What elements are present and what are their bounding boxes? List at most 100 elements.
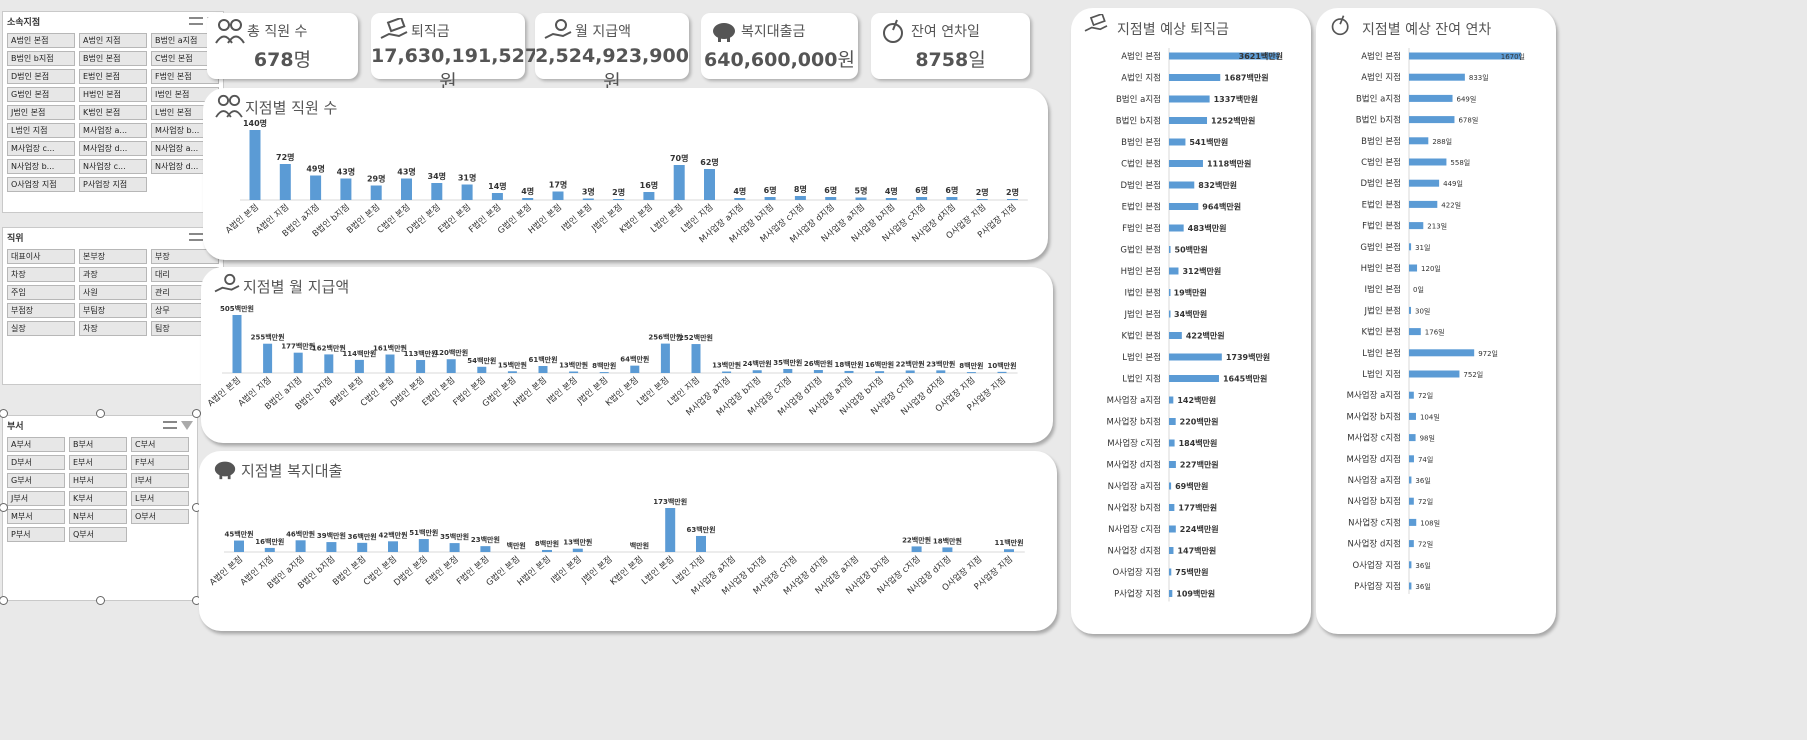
bar[interactable]	[431, 183, 443, 200]
slicer-item[interactable]: 부팀장	[79, 303, 147, 318]
bar[interactable]	[1169, 504, 1175, 511]
slicer-item[interactable]: B법인 본점	[79, 51, 147, 66]
slicer-item[interactable]: A법인 지점	[79, 33, 147, 48]
bar[interactable]	[1169, 482, 1172, 490]
bar[interactable]	[1409, 73, 1465, 81]
multi-select-icon[interactable]	[189, 17, 203, 25]
bar[interactable]	[1409, 349, 1475, 357]
bar[interactable]	[1169, 181, 1195, 189]
bar[interactable]	[911, 546, 922, 552]
bar[interactable]	[357, 542, 368, 552]
bar[interactable]	[1409, 137, 1429, 145]
bar[interactable]	[1409, 222, 1424, 230]
bar[interactable]	[643, 192, 655, 200]
slicer-item[interactable]: G부서	[7, 473, 65, 488]
bar[interactable]	[691, 344, 701, 373]
bar[interactable]	[279, 164, 291, 200]
bar[interactable]	[324, 354, 334, 373]
bar[interactable]	[1169, 353, 1222, 361]
bar[interactable]	[1169, 117, 1208, 124]
bar[interactable]	[249, 130, 261, 200]
bar[interactable]	[1169, 160, 1203, 167]
slicer-item[interactable]: 차장	[7, 267, 75, 282]
bar[interactable]	[1169, 568, 1172, 576]
bar[interactable]	[1169, 332, 1182, 339]
bar[interactable]	[326, 542, 337, 552]
slicer-item[interactable]: J부서	[7, 491, 65, 506]
slicer-item[interactable]: M부서	[7, 509, 65, 524]
bar[interactable]	[613, 199, 625, 200]
slicer-item[interactable]: N사업장 c...	[79, 159, 147, 174]
bar[interactable]	[263, 343, 273, 373]
bar[interactable]	[1169, 547, 1174, 554]
bar[interactable]	[582, 198, 594, 201]
bar[interactable]	[696, 535, 706, 552]
slicer-item[interactable]: N부서	[69, 509, 127, 524]
bar[interactable]	[1169, 95, 1210, 103]
slicer-item[interactable]: B부서	[69, 437, 127, 452]
bar[interactable]	[449, 543, 460, 552]
bar[interactable]	[1169, 439, 1175, 447]
slicer-item[interactable]: M사업장 c...	[7, 141, 75, 156]
slicer-item[interactable]: A부서	[7, 437, 65, 452]
clear-filter-icon[interactable]	[181, 420, 193, 430]
bar[interactable]	[704, 169, 715, 200]
bar[interactable]	[416, 360, 426, 373]
bar[interactable]	[673, 165, 685, 200]
slicer-item[interactable]: I부서	[131, 473, 189, 488]
slicer-item[interactable]: K부서	[69, 491, 127, 506]
slicer-item[interactable]: G법인 본점	[7, 87, 75, 102]
bar[interactable]	[1169, 310, 1171, 318]
bar[interactable]	[1169, 461, 1176, 468]
multi-select-icon[interactable]	[163, 421, 177, 429]
slicer-item[interactable]: M사업장 d...	[79, 141, 147, 156]
slicer-item[interactable]: D부서	[7, 455, 65, 470]
bar[interactable]	[1169, 590, 1173, 597]
bar[interactable]	[1409, 116, 1455, 124]
bar[interactable]	[722, 371, 732, 373]
bar[interactable]	[1409, 582, 1412, 590]
bar[interactable]	[794, 196, 806, 200]
bar[interactable]	[976, 199, 988, 200]
resize-handle[interactable]	[96, 409, 105, 418]
bar[interactable]	[1007, 199, 1018, 200]
bar[interactable]	[507, 371, 517, 373]
bar[interactable]	[1409, 370, 1460, 378]
bar[interactable]	[310, 175, 322, 201]
bar[interactable]	[1169, 267, 1179, 275]
bar[interactable]	[1169, 74, 1221, 81]
bar[interactable]	[1004, 549, 1014, 552]
bar[interactable]	[764, 197, 776, 200]
bar[interactable]	[1409, 497, 1414, 505]
bar[interactable]	[477, 366, 487, 373]
resize-handle[interactable]	[0, 596, 8, 605]
bar[interactable]	[825, 197, 837, 200]
bar[interactable]	[1409, 391, 1414, 399]
bar[interactable]	[538, 365, 548, 373]
bar[interactable]	[1169, 375, 1219, 382]
bar[interactable]	[783, 368, 793, 373]
bar[interactable]	[354, 359, 364, 373]
slicer-item[interactable]: H부서	[69, 473, 127, 488]
resize-handle[interactable]	[192, 409, 201, 418]
bar[interactable]	[916, 197, 928, 200]
bar[interactable]	[234, 540, 244, 552]
bar[interactable]	[599, 372, 609, 374]
bar[interactable]	[264, 547, 275, 552]
bar[interactable]	[491, 193, 503, 200]
bar[interactable]	[1409, 476, 1412, 484]
bar[interactable]	[1169, 138, 1186, 146]
slicer-item[interactable]: E부서	[69, 455, 127, 470]
bar[interactable]	[1169, 525, 1176, 533]
bar[interactable]	[1409, 200, 1438, 208]
slicer-item[interactable]: N사업장 b...	[7, 159, 75, 174]
bar[interactable]	[388, 541, 398, 552]
bar[interactable]	[232, 315, 242, 373]
slicer-item[interactable]: L부서	[131, 491, 189, 506]
slicer-item[interactable]: B법인 b지점	[7, 51, 75, 66]
slicer-item[interactable]: A법인 본점	[7, 33, 75, 48]
slicer-item[interactable]: 부점장	[7, 303, 75, 318]
bar[interactable]	[446, 359, 456, 373]
slicer-item[interactable]: 차장	[79, 321, 147, 336]
slicer-item[interactable]: 주임	[7, 285, 75, 300]
